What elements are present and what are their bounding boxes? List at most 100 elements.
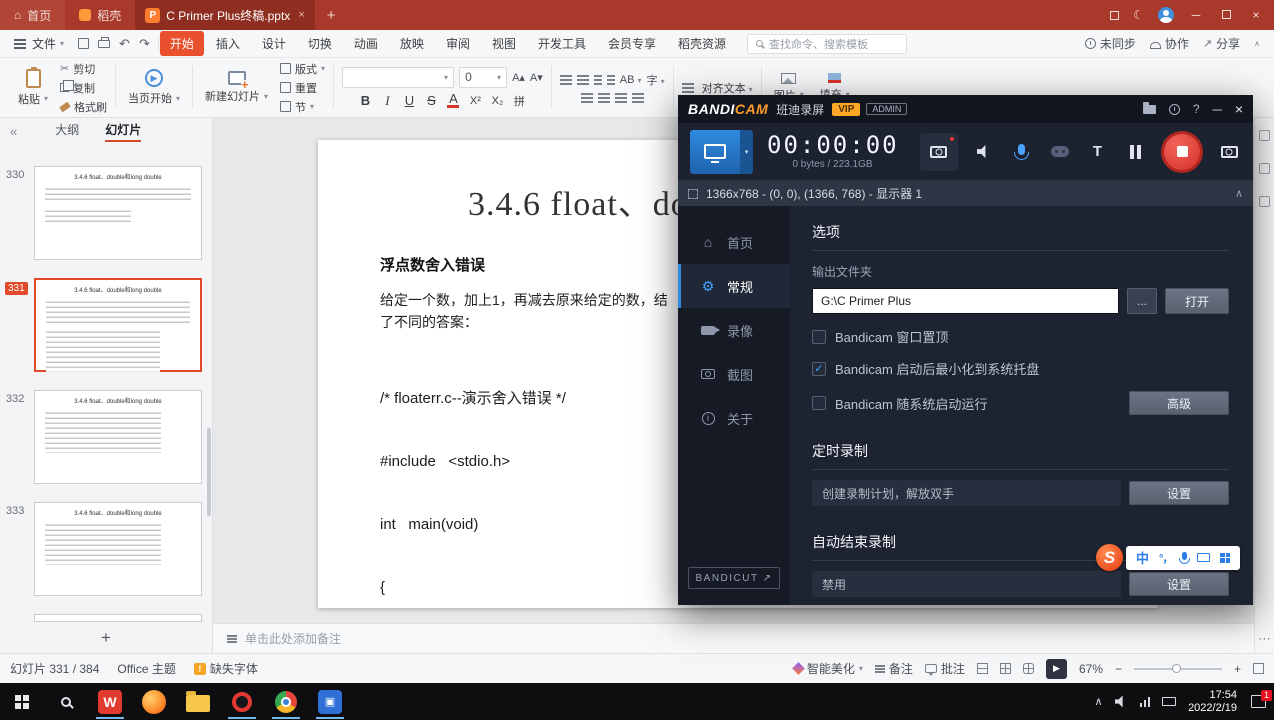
tab-animation[interactable]: 动画 [344, 31, 388, 56]
nav-home[interactable]: ⌂ 首页 [678, 220, 790, 264]
home-tab[interactable]: ⌂ 首页 [0, 0, 66, 30]
decrease-indent-icon[interactable] [593, 75, 602, 77]
tab-review[interactable]: 审阅 [436, 31, 480, 56]
slide-sorter-icon[interactable] [999, 663, 1011, 674]
font-color-button[interactable]: A [447, 92, 460, 108]
decrease-font-icon[interactable]: A▾ [530, 71, 543, 84]
schedule-icon[interactable] [1168, 103, 1180, 115]
minimize-button[interactable]: ─ [1188, 8, 1204, 22]
more-icon[interactable]: ⋯ [1258, 631, 1271, 647]
sogou-logo-icon[interactable]: S [1096, 544, 1123, 571]
justify-icon[interactable] [631, 93, 644, 95]
scheduled-recording-settings-button[interactable]: 设置 [1129, 481, 1229, 505]
nav-general[interactable]: ⚙ 常规 [678, 264, 790, 308]
align-right-icon[interactable] [614, 93, 627, 95]
soft-keyboard-icon[interactable] [1197, 553, 1211, 562]
section-button[interactable]: 节 ▾ [280, 99, 325, 115]
panel-scrollbar[interactable] [207, 428, 211, 517]
output-folder-icon[interactable] [1142, 101, 1156, 114]
zoom-slider[interactable] [1133, 663, 1222, 673]
zoom-level[interactable]: 67% [1079, 662, 1103, 676]
taskbar-clock[interactable]: 17:54 2022/2/19 [1188, 689, 1237, 715]
voice-input-icon[interactable] [1179, 552, 1191, 564]
collapse-icon[interactable]: ∧ [1235, 187, 1243, 200]
missing-font-warning[interactable]: ! 缺失字体 [193, 660, 258, 677]
bandicut-link[interactable]: BANDICUT ↗ [688, 567, 780, 589]
checkbox-unchecked[interactable]: ✓ [812, 329, 826, 344]
ribbon-collapse-icon[interactable]: ∧ [1254, 39, 1260, 48]
slide-paragraph[interactable]: 了不同的答案： [380, 312, 478, 332]
tab-transition[interactable]: 切换 [298, 31, 342, 56]
tab-docer-resource[interactable]: 稻壳资源 [668, 31, 736, 56]
microphone-button[interactable] [1010, 144, 1034, 160]
recording-target-button[interactable]: ▾ [690, 129, 753, 174]
text-direction-button[interactable]: AB ▾ [620, 74, 642, 86]
reset-button[interactable]: 重置 [280, 80, 325, 96]
tab-view[interactable]: 视图 [482, 31, 526, 56]
document-tab-close-icon[interactable]: × [298, 9, 304, 21]
theme-name[interactable]: Office 主题 [117, 660, 175, 677]
bandicam-titlebar[interactable]: BANDICAM 班迪录屏 VIP ADMIN ? ─ × [678, 95, 1253, 123]
fit-slide-icon[interactable] [1253, 663, 1264, 674]
align-text-button[interactable]: 对齐文本 ▾ [702, 80, 753, 96]
browse-button[interactable]: ... [1127, 288, 1157, 314]
tray-expand-icon[interactable]: ∧ [1095, 695, 1103, 708]
cut-button[interactable]: ✂ 剪切 [60, 61, 107, 77]
strikethrough-button[interactable]: S [425, 93, 437, 108]
checkbox-checked[interactable]: ✓ [812, 361, 826, 376]
screenshot-button[interactable] [1217, 145, 1241, 158]
zoom-slider-knob[interactable] [1171, 663, 1181, 673]
slide-thumbnail-partial[interactable] [34, 614, 202, 622]
taskbar-explorer-app[interactable] [176, 683, 220, 720]
superscript-button[interactable]: X² [469, 95, 481, 107]
checkbox-unchecked[interactable]: ✓ [812, 396, 826, 410]
speaker-button[interactable] [972, 145, 996, 158]
line-spacing-button[interactable]: 字 ▾ [647, 72, 665, 88]
dark-mode-icon[interactable]: ☾ [1133, 8, 1144, 22]
text-overlay-button[interactable]: T [1086, 143, 1110, 160]
taskbar-search-button[interactable] [44, 683, 88, 720]
record-button[interactable] [1161, 130, 1204, 173]
copy-button[interactable]: 复制 [60, 80, 107, 96]
bullet-list-icon[interactable] [559, 75, 572, 77]
layout-button[interactable]: 版式 ▾ [280, 61, 325, 77]
panel-collapse-icon[interactable]: « [0, 124, 27, 139]
notification-center-icon[interactable]: 1 [1251, 690, 1272, 708]
slide-thumbnail[interactable]: 330 3.4.6 float、double和long double [6, 166, 202, 260]
subscript-button[interactable]: X₂ [491, 95, 504, 107]
collaborate-button[interactable]: 协作 [1149, 35, 1189, 52]
taskbar-chrome-app[interactable] [264, 683, 308, 720]
slideshow-button[interactable]: ▶ [1045, 658, 1067, 679]
pause-button[interactable] [1123, 144, 1147, 159]
share-button[interactable]: ↗ 分享 [1203, 35, 1240, 52]
tab-slideshow[interactable]: 放映 [390, 31, 434, 56]
close-button[interactable]: × [1248, 8, 1264, 22]
slide-heading[interactable]: 浮点数舍入错误 [380, 254, 485, 275]
network-icon[interactable] [1139, 696, 1151, 707]
align-center-icon[interactable] [597, 93, 610, 95]
reading-view-icon[interactable] [1022, 663, 1034, 674]
toolbox-icon[interactable] [1220, 552, 1231, 563]
start-button[interactable] [0, 683, 44, 720]
slide-thumbnail-selected[interactable]: 331 3.4.6 float、double和long double [5, 278, 202, 372]
print-icon[interactable] [98, 36, 111, 48]
volume-icon[interactable] [1114, 695, 1123, 708]
play-from-current-button[interactable]: ▶ 当页开始 ▾ [124, 69, 184, 106]
input-method-icon[interactable] [1162, 697, 1177, 706]
align-left-icon[interactable] [580, 93, 593, 95]
advanced-button[interactable]: 高级 [1129, 391, 1229, 415]
underline-button[interactable]: U [403, 93, 415, 108]
nav-video[interactable]: 录像 [678, 308, 790, 352]
target-dropdown-icon[interactable]: ▾ [740, 129, 753, 174]
nav-about[interactable]: i 关于 [678, 396, 790, 440]
sidebar-panel-icon[interactable] [1259, 130, 1270, 141]
outline-tab[interactable]: 大纲 [55, 121, 79, 142]
normal-view-icon[interactable] [976, 663, 988, 674]
open-folder-button[interactable]: 打开 [1165, 288, 1229, 314]
new-slide-button[interactable]: 新建幻灯片▾ [201, 71, 272, 104]
bandicam-close-button[interactable]: × [1235, 101, 1243, 117]
help-icon[interactable]: ? [1193, 102, 1200, 116]
slide-thumbnail[interactable]: 332 3.4.6 float、double和long double [6, 390, 202, 484]
font-size-select[interactable]: 0 ▾ [459, 66, 508, 88]
bandicam-minimize-button[interactable]: ─ [1213, 102, 1222, 117]
